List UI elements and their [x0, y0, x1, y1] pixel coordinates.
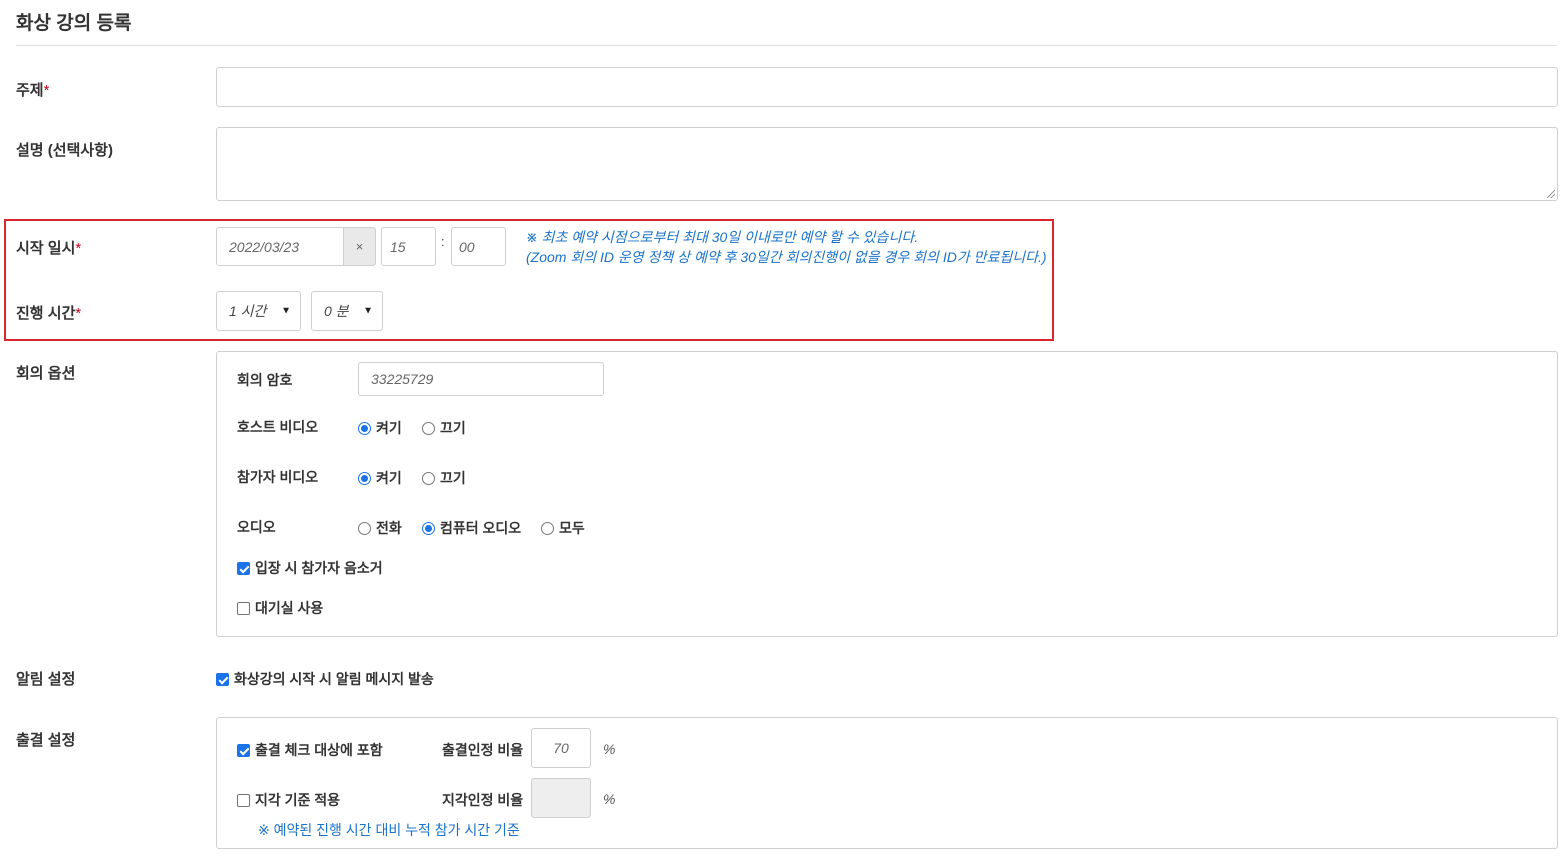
- time-separator: :: [441, 234, 445, 249]
- option-label: 끄기: [440, 470, 466, 486]
- password-label: 회의 암호: [237, 372, 293, 388]
- radio-selected-icon[interactable]: [358, 421, 371, 435]
- required-mark: *: [75, 305, 82, 322]
- checkbox-label: 대기실 사용: [255, 600, 324, 616]
- radio-selected-icon[interactable]: [422, 521, 435, 535]
- subject-label: 주제*: [16, 79, 49, 100]
- checkbox-icon[interactable]: [237, 793, 250, 807]
- clear-icon: ×: [355, 239, 364, 254]
- subject-input[interactable]: [216, 67, 1558, 107]
- description-textarea[interactable]: [216, 127, 1558, 201]
- host-video-off-option[interactable]: 끄기: [422, 418, 466, 438]
- duration-label: 진행 시간*: [16, 302, 81, 323]
- include-attendance-checkbox[interactable]: 출결 체크 대상에 포함: [237, 740, 383, 760]
- checkbox-icon[interactable]: [237, 601, 250, 615]
- checkbox-label: 지각 기준 적용: [255, 792, 341, 808]
- attend-ratio-unit: %: [603, 741, 616, 757]
- audio-computer-option[interactable]: 컴퓨터 오디오: [422, 518, 521, 538]
- attend-ratio-input[interactable]: 70: [531, 728, 591, 768]
- send-message-checkbox[interactable]: 화상강의 시작 시 알림 메시지 발송: [216, 669, 434, 689]
- checkbox-checked-icon[interactable]: [216, 672, 229, 686]
- start-hour-input[interactable]: 15: [381, 227, 436, 266]
- option-label: 켜기: [376, 420, 402, 436]
- late-ratio-input[interactable]: [531, 778, 591, 818]
- start-hour-value: 15: [390, 238, 406, 255]
- participant-video-label: 참가자 비디오: [237, 469, 319, 485]
- resize-handle-icon[interactable]: [1547, 190, 1555, 198]
- checkbox-label: 입장 시 참가자 음소거: [255, 560, 383, 576]
- checkbox-label: 출결 체크 대상에 포함: [255, 742, 383, 758]
- attend-ratio-value: 70: [553, 740, 569, 756]
- page-title: 화상 강의 등록: [16, 13, 132, 34]
- checkbox-checked-icon[interactable]: [237, 743, 250, 757]
- duration-hours-select[interactable]: 1 시간 ▼: [216, 291, 301, 331]
- checkbox-label: 화상강의 시작 시 알림 메시지 발송: [234, 671, 434, 687]
- audio-phone-option[interactable]: 전화: [358, 518, 402, 538]
- audio-both-option[interactable]: 모두: [541, 518, 585, 538]
- checkbox-checked-icon[interactable]: [237, 561, 250, 575]
- radio-icon[interactable]: [422, 421, 435, 435]
- password-input[interactable]: 33225729: [358, 362, 604, 396]
- description-label: 설명 (선택사항): [16, 142, 113, 159]
- duration-minutes-value: 0 분: [324, 303, 349, 319]
- subject-label-text: 주제: [16, 82, 44, 99]
- option-label: 모두: [559, 520, 585, 536]
- participant-video-off-option[interactable]: 끄기: [422, 468, 466, 488]
- late-ratio-unit: %: [603, 791, 616, 807]
- radio-icon[interactable]: [541, 521, 554, 535]
- attendance-label: 출결 설정: [16, 732, 76, 749]
- option-label: 컴퓨터 오디오: [440, 520, 522, 536]
- meeting-options-label: 회의 옵션: [16, 365, 76, 382]
- title-divider: [16, 45, 1557, 46]
- required-mark: *: [43, 82, 50, 99]
- duration-hours-value: 1 시간: [229, 303, 267, 319]
- attendance-note: ※ 예약된 진행 시간 대비 누적 참가 시간 기준: [258, 822, 520, 838]
- option-label: 끄기: [440, 420, 466, 436]
- notification-label: 알림 설정: [16, 671, 76, 688]
- waiting-room-checkbox[interactable]: 대기실 사용: [237, 598, 323, 618]
- password-value: 33225729: [371, 371, 434, 387]
- participant-video-on-option[interactable]: 켜기: [358, 468, 402, 488]
- required-mark: *: [75, 240, 82, 257]
- start-date-value: 2022/03/23: [229, 238, 300, 255]
- attend-ratio-label: 출결인정 비율: [442, 742, 524, 758]
- option-label: 전화: [376, 520, 402, 536]
- chevron-down-icon: ▼: [281, 305, 291, 317]
- late-apply-checkbox[interactable]: 지각 기준 적용: [237, 790, 340, 810]
- start-date-input[interactable]: 2022/03/23: [216, 227, 344, 266]
- audio-label: 오디오: [237, 519, 276, 535]
- radio-icon[interactable]: [422, 471, 435, 485]
- host-video-label: 호스트 비디오: [237, 419, 319, 435]
- start-label: 시작 일시*: [16, 237, 81, 258]
- start-minute-value: 00: [459, 238, 475, 255]
- host-video-on-option[interactable]: 켜기: [358, 418, 402, 438]
- duration-minutes-select[interactable]: 0 분 ▼: [311, 291, 383, 331]
- option-label: 켜기: [376, 470, 402, 486]
- duration-label-text: 진행 시간: [16, 305, 76, 322]
- radio-selected-icon[interactable]: [358, 471, 371, 485]
- mute-on-entry-checkbox[interactable]: 입장 시 참가자 음소거: [237, 558, 383, 578]
- date-clear-button[interactable]: ×: [343, 227, 376, 266]
- late-ratio-label: 지각인정 비율: [442, 792, 524, 808]
- start-minute-input[interactable]: 00: [451, 227, 506, 266]
- chevron-down-icon: ▼: [363, 305, 373, 317]
- reservation-note-1: ※ 최초 예약 시점으로부터 최대 30일 이내로만 예약 할 수 있습니다.: [526, 229, 919, 245]
- radio-icon[interactable]: [358, 521, 371, 535]
- start-label-text: 시작 일시: [16, 240, 76, 257]
- reservation-note-2: (Zoom 회의 ID 운영 정책 상 예약 후 30일간 회의진행이 없을 경…: [526, 249, 1047, 265]
